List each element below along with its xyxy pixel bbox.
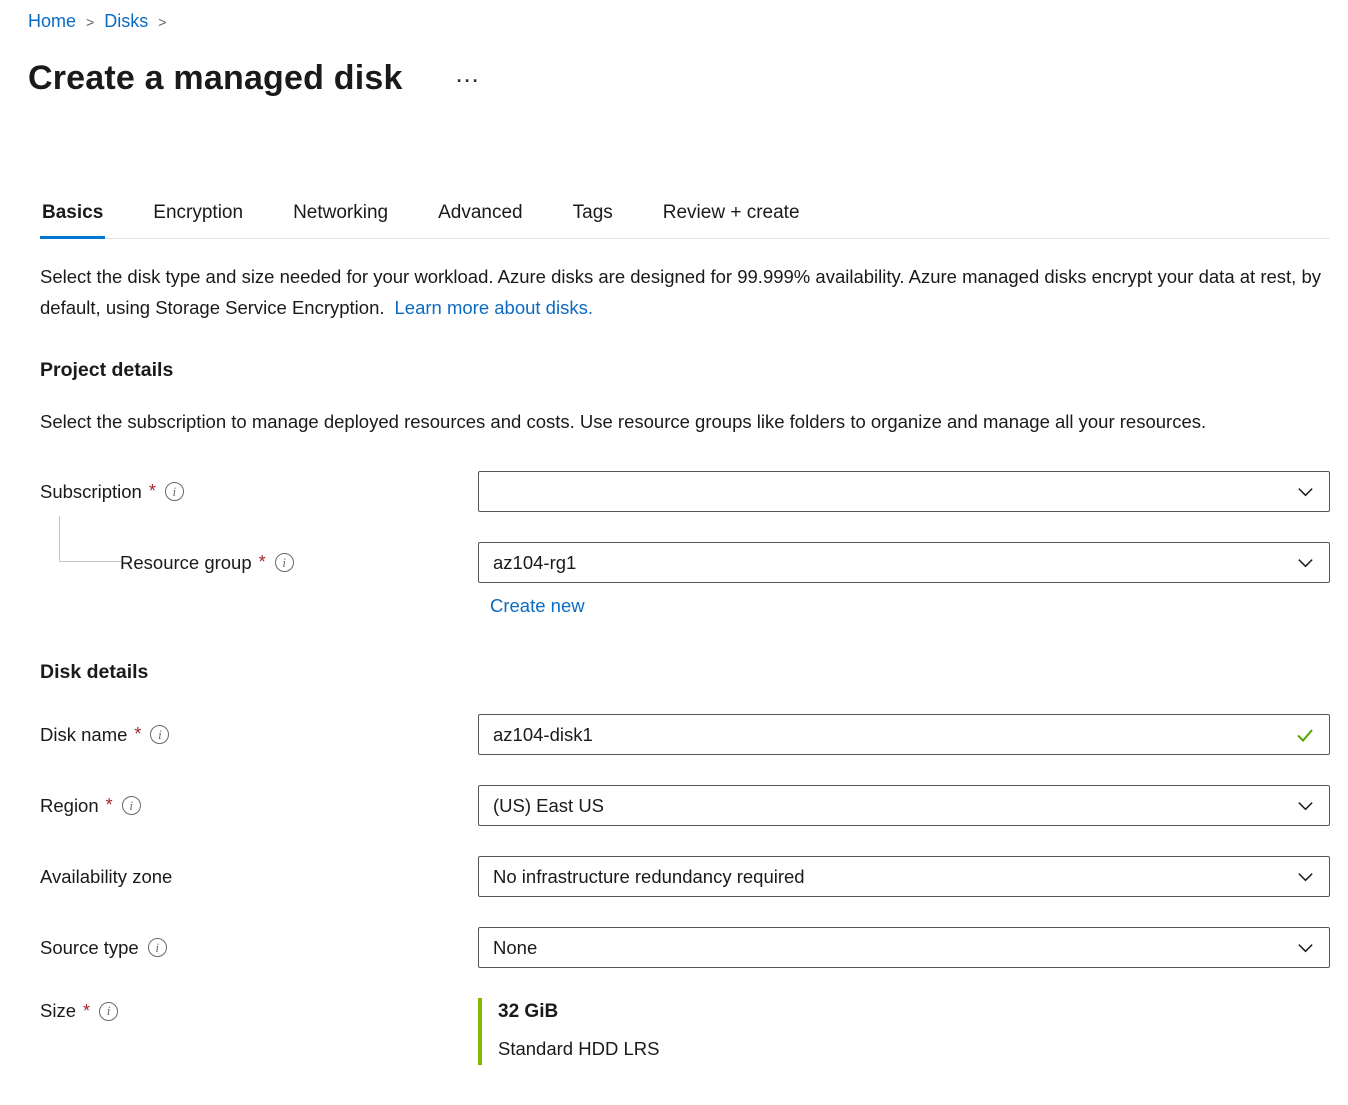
tab-basics[interactable]: Basics [40, 198, 105, 238]
availability-zone-control: No infrastructure redundancy required [478, 856, 1330, 897]
source-type-control: None [478, 927, 1330, 968]
create-new-resource-group-link[interactable]: Create new [490, 595, 585, 617]
tab-advanced[interactable]: Advanced [436, 198, 525, 238]
size-sku: Standard HDD LRS [498, 1037, 1330, 1061]
required-asterisk: * [83, 1001, 90, 1022]
source-type-dropdown-value: None [493, 937, 537, 959]
create-managed-disk-page: Home > Disks > Create a managed disk ···… [0, 0, 1348, 1105]
disk-name-row: Disk name * i [40, 714, 1330, 755]
info-icon[interactable]: i [122, 796, 141, 815]
disk-name-control [478, 714, 1330, 755]
size-value: 32 GiB [498, 1000, 1330, 1024]
chevron-down-icon [1296, 867, 1315, 886]
valid-checkmark-icon [1295, 725, 1315, 745]
region-label-group: Region * i [40, 795, 478, 817]
more-menu-button[interactable]: ··· [453, 71, 485, 100]
size-row: Size * i 32 GiB Standard HDD LRS [40, 998, 1330, 1065]
info-icon[interactable]: i [150, 725, 169, 744]
size-label-group: Size * i [40, 998, 478, 1022]
tab-tags[interactable]: Tags [571, 198, 615, 238]
title-row: Create a managed disk ··· [28, 56, 1330, 100]
info-icon[interactable]: i [99, 1002, 118, 1021]
size-control: 32 GiB Standard HDD LRS [478, 998, 1330, 1065]
region-dropdown[interactable]: (US) East US [478, 785, 1330, 826]
availability-zone-dropdown-value: No infrastructure redundancy required [493, 866, 805, 888]
chevron-down-icon [1296, 482, 1315, 501]
availability-zone-label-group: Availability zone [40, 866, 478, 888]
page-title: Create a managed disk [28, 56, 403, 100]
info-icon[interactable]: i [165, 482, 184, 501]
required-asterisk: * [106, 795, 113, 816]
breadcrumb: Home > Disks > [28, 8, 1330, 34]
wizard-tabs: Basics Encryption Networking Advanced Ta… [40, 198, 1330, 239]
breadcrumb-disks-link[interactable]: Disks [104, 8, 148, 34]
tab-review-create[interactable]: Review + create [661, 198, 802, 238]
source-type-row: Source type i None [40, 927, 1330, 968]
subscription-label: Subscription [40, 481, 142, 503]
subscription-control [478, 471, 1330, 512]
indent-connector-line [59, 516, 121, 562]
resource-group-row: Resource group * i az104-rg1 [40, 542, 1330, 583]
resource-group-dropdown[interactable]: az104-rg1 [478, 542, 1330, 583]
subscription-label-group: Subscription * i [40, 481, 478, 503]
disk-name-label-group: Disk name * i [40, 724, 478, 746]
resource-group-control: az104-rg1 [478, 542, 1330, 583]
intro-text: Select the disk type and size needed for… [40, 261, 1325, 323]
required-asterisk: * [149, 481, 156, 502]
source-type-dropdown[interactable]: None [478, 927, 1330, 968]
subscription-dropdown[interactable] [478, 471, 1330, 512]
region-row: Region * i (US) East US [40, 785, 1330, 826]
breadcrumb-separator-icon: > [158, 9, 166, 35]
source-type-label-group: Source type i [40, 937, 478, 959]
tab-encryption[interactable]: Encryption [151, 198, 245, 238]
required-asterisk: * [259, 552, 266, 573]
learn-more-link[interactable]: Learn more about disks. [395, 297, 593, 318]
chevron-down-icon [1296, 553, 1315, 572]
resource-group-label: Resource group [120, 552, 252, 574]
region-dropdown-value: (US) East US [493, 795, 604, 817]
source-type-label: Source type [40, 937, 139, 959]
region-control: (US) East US [478, 785, 1330, 826]
availability-zone-row: Availability zone No infrastructure redu… [40, 856, 1330, 897]
chevron-down-icon [1296, 938, 1315, 957]
disk-name-label: Disk name [40, 724, 127, 746]
size-label: Size [40, 1000, 76, 1022]
availability-zone-dropdown[interactable]: No infrastructure redundancy required [478, 856, 1330, 897]
intro-text-body: Select the disk type and size needed for… [40, 266, 1321, 318]
breadcrumb-separator-icon: > [86, 9, 94, 35]
disk-details-heading: Disk details [40, 661, 1330, 684]
size-summary[interactable]: 32 GiB Standard HDD LRS [478, 998, 1330, 1065]
project-details-description: Select the subscription to manage deploy… [40, 406, 1325, 437]
subscription-row: Subscription * i [40, 471, 1330, 512]
disk-name-input[interactable] [493, 724, 1295, 746]
availability-zone-label: Availability zone [40, 866, 172, 888]
info-icon[interactable]: i [148, 938, 167, 957]
breadcrumb-home-link[interactable]: Home [28, 8, 76, 34]
disk-name-field-wrapper [478, 714, 1330, 755]
info-icon[interactable]: i [275, 553, 294, 572]
chevron-down-icon [1296, 796, 1315, 815]
required-asterisk: * [134, 724, 141, 745]
resource-group-dropdown-value: az104-rg1 [493, 552, 576, 574]
project-details-heading: Project details [40, 359, 1330, 382]
tab-networking[interactable]: Networking [291, 198, 390, 238]
region-label: Region [40, 795, 99, 817]
basics-form: Subscription * i Resource group * i [40, 471, 1330, 1065]
